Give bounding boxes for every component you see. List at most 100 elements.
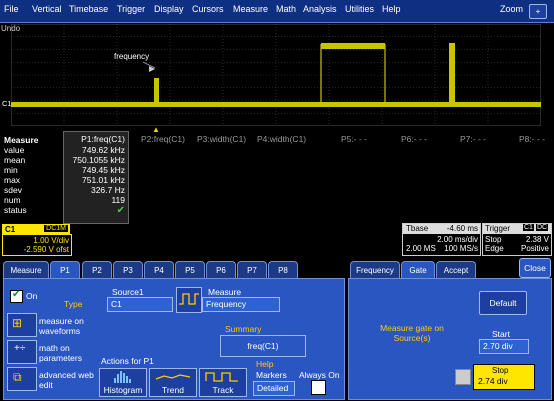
row-label: max	[4, 175, 21, 185]
timebase-samples: 2.00 MS	[406, 244, 436, 253]
measure-mean: 750.1055 kHz	[72, 155, 125, 165]
menu-file[interactable]: File	[4, 4, 19, 14]
menu-help[interactable]: Help	[382, 4, 401, 14]
tab-p7[interactable]: P7	[237, 261, 267, 279]
track-icon	[205, 372, 238, 382]
trigger-mode: Stop	[485, 235, 502, 244]
source-label: Source1	[112, 287, 144, 297]
math-parameter-icon[interactable]: +÷	[7, 340, 37, 364]
tab-p3[interactable]: P3	[113, 261, 143, 279]
markers-value: Detailed	[257, 383, 289, 393]
measure-value: 749.62 kHz	[82, 145, 125, 155]
timebase-box[interactable]: Tbase -4.60 ms 2.00 ms/div 2.00 MS 100 M…	[402, 223, 481, 256]
column-header: P1:freq(C1)	[81, 134, 125, 144]
tab-p8[interactable]: P8	[268, 261, 298, 279]
type-option-web[interactable]: advanced web edit	[39, 370, 99, 390]
menu-trigger[interactable]: Trigger	[117, 4, 145, 14]
summary-field: freq(C1)	[220, 335, 306, 357]
menu-cursors[interactable]: Cursors	[192, 4, 224, 14]
trigger-box[interactable]: Trigger C1 DC Stop 2.38 V Edge Positive	[482, 223, 552, 256]
trend-label: Trend	[162, 385, 184, 395]
column-header[interactable]: P5:- - -	[341, 134, 367, 144]
histogram-label: Histogram	[103, 385, 143, 395]
menu-measure[interactable]: Measure	[233, 4, 268, 14]
track-button[interactable]: Track	[199, 368, 247, 397]
column-header[interactable]: P6:- - -	[401, 134, 427, 144]
channel-settings: 1.00 V/div -2.590 V ofst	[2, 234, 72, 256]
tab-p6[interactable]: P6	[206, 261, 236, 279]
actions-label: Actions for P1	[101, 356, 154, 366]
type-label: Type	[64, 299, 83, 309]
menu-zoom[interactable]: Zoom	[500, 4, 523, 14]
measure-sdev: 326.7 Hz	[90, 185, 125, 195]
measure-max: 751.01 kHz	[82, 175, 125, 185]
trigger-source: C1	[523, 224, 534, 231]
measure-table-title: Measure	[4, 135, 39, 145]
p1-column[interactable]: P1:freq(C1) 749.62 kHz 750.1055 kHz 749.…	[63, 131, 129, 224]
tab-p4[interactable]: P4	[144, 261, 174, 279]
measure-label: Measure	[208, 287, 242, 297]
web-edit-icon[interactable]: ⧉	[7, 367, 37, 391]
checkmark-icon: ✔	[12, 289, 21, 300]
default-button[interactable]: Default	[479, 291, 527, 315]
tab-p2[interactable]: P2	[82, 261, 112, 279]
timebase-rate: 100 MS/s	[444, 244, 478, 253]
on-checkbox[interactable]: ✔	[10, 289, 23, 303]
column-header[interactable]: P2:freq(C1)	[141, 134, 185, 144]
gate-description: Measure gate on Source(s)	[380, 323, 444, 343]
trend-button[interactable]: Trend	[149, 368, 197, 397]
column-header[interactable]: P3:width(C1)	[197, 134, 246, 144]
column-header[interactable]: P4:width(C1)	[257, 134, 306, 144]
always-on-checkbox[interactable]	[311, 380, 326, 395]
on-label: On	[26, 291, 38, 301]
tab-frequency[interactable]: Frequency	[350, 261, 400, 279]
menu-vertical[interactable]: Vertical	[32, 4, 62, 14]
start-value: 2.70 div	[483, 341, 513, 351]
row-label: value	[4, 145, 25, 155]
waveform-grid	[11, 24, 541, 126]
start-field[interactable]: 2.70 div	[479, 339, 529, 354]
zoom-icon[interactable]: +	[529, 4, 547, 19]
close-button[interactable]: Close	[519, 258, 551, 278]
frequency-annotation: frequency	[114, 52, 150, 61]
menu-timebase[interactable]: Timebase	[69, 4, 108, 14]
menu-analysis[interactable]: Analysis	[303, 4, 337, 14]
channel-name: C1	[5, 225, 16, 234]
menu-display[interactable]: Display	[154, 4, 184, 14]
measure-num: 119	[111, 195, 125, 205]
histogram-button[interactable]: Histogram	[99, 368, 147, 397]
stop-label: Stop	[492, 366, 509, 375]
markers-select[interactable]: Detailed	[253, 381, 295, 396]
column-header[interactable]: P8:- - -	[519, 134, 545, 144]
trigger-label: Trigger	[485, 224, 511, 233]
summary-value: freq(C1)	[247, 341, 279, 351]
timebase-label: Tbase	[406, 224, 429, 233]
row-label: min	[4, 165, 18, 175]
stop-field[interactable]: Stop 2.74 div	[473, 364, 535, 390]
watermark-logo	[455, 369, 471, 385]
help-label: Help	[256, 359, 274, 369]
always-on-label: Always On	[299, 370, 340, 380]
measure-field[interactable]: Frequency	[202, 297, 280, 312]
trend-icon	[155, 374, 191, 380]
start-label: Start	[492, 329, 510, 339]
p1-setup-panel: ✔ On Type ⊞ measure on waveforms +÷ math…	[3, 278, 345, 400]
tab-p5[interactable]: P5	[175, 261, 205, 279]
frequency-measure-icon[interactable]	[176, 287, 202, 313]
tab-measure[interactable]: Measure	[3, 261, 49, 279]
channel-offset: -2.590 V ofst	[23, 245, 69, 254]
menu-math[interactable]: Math	[276, 4, 296, 14]
menu-utilities[interactable]: Utilities	[345, 4, 374, 14]
tab-accept[interactable]: Accept	[436, 261, 476, 279]
stop-value: 2.74 div	[478, 376, 508, 386]
source-field[interactable]: C1	[107, 297, 173, 312]
trigger-type: Edge	[485, 244, 504, 253]
measure-waveform-icon[interactable]: ⊞	[7, 313, 37, 337]
column-header[interactable]: P7:- - -	[460, 134, 486, 144]
summary-label: Summary	[225, 324, 262, 334]
type-option-measure[interactable]: measure on waveforms	[39, 316, 99, 336]
timebase-delay: -4.60 ms	[446, 224, 478, 233]
type-option-math[interactable]: math on parameters	[39, 343, 99, 363]
source-value: C1	[111, 299, 122, 309]
gate-panel: Default Measure gate on Source(s) Start …	[348, 278, 552, 400]
